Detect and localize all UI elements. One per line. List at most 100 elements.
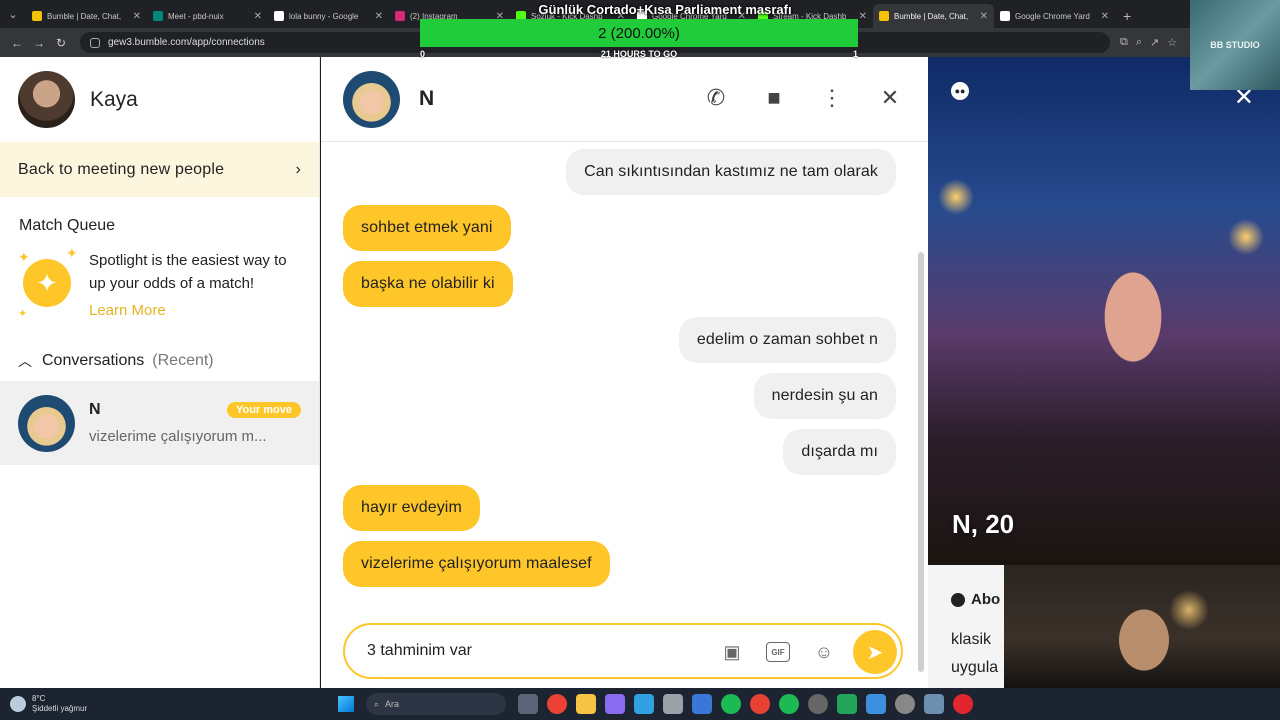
translate-icon[interactable]: ⧉	[1120, 36, 1128, 49]
incoming-message: sohbet etmek yani	[343, 205, 511, 251]
weather-icon	[10, 696, 26, 712]
chat-panel: N ✆ ■ ⋮ ✕ Can sıkıntısından kastımız ne …	[321, 57, 928, 688]
chat-header: N ✆ ■ ⋮ ✕	[321, 57, 928, 142]
app-icon[interactable]	[837, 694, 857, 714]
chat-scrollbar[interactable]	[918, 252, 924, 672]
conversations-header[interactable]: ︿ Conversations (Recent)	[18, 351, 319, 371]
browser-tab[interactable]: Meet - pbd-nuix ✕	[147, 4, 268, 28]
tab-favicon-icon	[274, 11, 284, 21]
app-icon[interactable]	[924, 694, 944, 714]
forward-arrow-icon[interactable]: →	[28, 36, 50, 50]
video-camera-icon[interactable]: ■	[760, 85, 788, 111]
spotify-icon[interactable]	[779, 694, 799, 714]
user-profile[interactable]: Kaya	[0, 57, 319, 142]
match-avatar	[18, 394, 75, 452]
gif-button[interactable]: GIF	[761, 635, 795, 669]
chat-avatar[interactable]	[343, 70, 400, 128]
share-icon[interactable]: ↗	[1150, 36, 1159, 49]
goal-time-remaining: 21 HOURS TO GO	[600, 49, 678, 59]
weather-desc: Şiddetli yağmur	[32, 704, 88, 713]
image-icon[interactable]: ▣	[715, 635, 749, 669]
search-placeholder: Ara	[385, 699, 400, 709]
more-options-icon[interactable]: ⋮	[818, 85, 846, 111]
learn-more-link[interactable]: Learn More	[89, 299, 299, 322]
zoom-icon[interactable]: ⌕	[1136, 36, 1142, 49]
tab-title: lola bunny - Google	[289, 11, 359, 21]
goal-title: Günlük Cortado+Kısa Parliament masrafı	[538, 2, 792, 17]
profile-badge-icon[interactable]: ●●	[951, 82, 969, 100]
gif-icon: GIF	[766, 642, 790, 662]
taskbar-search[interactable]: ⌕ Ara	[366, 693, 506, 715]
bookmark-star-icon[interactable]: ☆	[1167, 36, 1177, 49]
browser-tab[interactable]: Bumble | Date, Chat, ✕	[26, 4, 147, 28]
close-icon[interactable]: ✕	[876, 85, 904, 111]
weather-temp: 8°C	[32, 694, 46, 703]
conversations-sub: (Recent)	[152, 352, 214, 369]
back-arrow-icon[interactable]: ←	[6, 36, 28, 50]
tab-favicon-icon	[879, 11, 889, 21]
tab-title: Bumble | Date, Chat,	[47, 11, 122, 21]
app-icon[interactable]	[895, 694, 915, 714]
tab-close-icon[interactable]: ✕	[254, 11, 262, 22]
goal-progress-bar: 2 (200.00%)	[420, 19, 858, 47]
outgoing-message: edelim o zaman sohbet n	[678, 317, 896, 363]
file-explorer-icon[interactable]	[576, 694, 596, 714]
profile-name-age: N, 20	[952, 509, 1015, 539]
new-tab-button[interactable]: +	[1115, 4, 1139, 28]
tab-close-icon[interactable]: ✕	[133, 11, 141, 22]
user-avatar[interactable]	[18, 71, 75, 128]
tab-search-icon[interactable]: ⌄	[0, 0, 26, 28]
message-composer: ▣ GIF ☺ ➤	[343, 623, 903, 679]
tab-close-icon[interactable]: ✕	[1101, 11, 1109, 22]
sidebar: Kaya Back to meeting new people › Match …	[0, 57, 320, 688]
conversation-name: N	[89, 401, 101, 418]
opera-icon[interactable]	[953, 694, 973, 714]
goal-left-value: 0	[420, 49, 426, 59]
task-view-icon[interactable]	[518, 694, 538, 714]
conversation-item[interactable]: N Your move vizelerime çalışıyorum m...	[0, 381, 319, 465]
studio-logo: BB STUDIO	[1190, 0, 1280, 90]
goal-progress-text: 2 (200.00%)	[598, 24, 680, 42]
browser-tab[interactable]: Google Chrome Yard ✕	[994, 4, 1115, 28]
goal-footer: 0 21 HOURS TO GO 1	[420, 49, 858, 61]
outgoing-message: nerdesin şu an	[753, 373, 896, 419]
weather-widget[interactable]: 8°C Şiddetli yağmur	[0, 694, 330, 714]
reload-icon[interactable]: ↻	[50, 36, 72, 50]
app-icon[interactable]	[692, 694, 712, 714]
spotlight-star-icon: ✦	[23, 259, 71, 307]
user-name: Kaya	[90, 87, 138, 111]
store-icon[interactable]	[663, 694, 683, 714]
app-icon[interactable]	[605, 694, 625, 714]
chrome-icon[interactable]	[750, 694, 770, 714]
edge-icon[interactable]	[634, 694, 654, 714]
chevron-up-icon[interactable]: ︿	[18, 351, 32, 371]
chevron-right-icon: ›	[295, 160, 301, 178]
sparkle-icon: ✦	[66, 245, 78, 261]
app-icon[interactable]	[866, 694, 886, 714]
windows-start-icon[interactable]	[338, 696, 354, 712]
chrome-icon[interactable]	[547, 694, 567, 714]
browser-tab[interactable]: lola bunny - Google ✕	[268, 4, 389, 28]
emoji-icon[interactable]: ☺	[807, 635, 841, 669]
tab-favicon-icon	[1000, 11, 1010, 21]
tab-title: Google Chrome Yard	[1015, 11, 1090, 21]
profile-photo	[928, 57, 1280, 565]
incoming-message: vizelerime çalışıyorum maalesef	[343, 541, 610, 587]
tab-favicon-icon	[153, 11, 163, 21]
match-queue-title: Match Queue	[19, 217, 116, 234]
spotify-icon[interactable]	[721, 694, 741, 714]
spotlight-promo: ✦ ✦ ✦ ✦ Spotlight is the easiest way to …	[18, 245, 319, 329]
sparkle-icon: ✦	[18, 308, 28, 320]
spotlight-icon: ✦ ✦ ✦ ✦	[18, 245, 78, 329]
site-info-icon[interactable]	[90, 37, 100, 48]
browser-tab[interactable]: Bumble | Date, Chat, ✕	[873, 4, 994, 28]
webcam-overlay	[1004, 565, 1280, 688]
send-button[interactable]: ➤	[853, 630, 897, 674]
app-icon[interactable]	[808, 694, 828, 714]
tab-close-icon[interactable]: ✕	[375, 11, 383, 22]
phone-icon[interactable]: ✆	[702, 85, 730, 111]
tab-close-icon[interactable]: ✕	[980, 11, 988, 22]
message-input[interactable]	[367, 642, 707, 660]
back-to-meeting-button[interactable]: Back to meeting new people ›	[0, 142, 319, 197]
chat-name: N	[419, 87, 435, 110]
